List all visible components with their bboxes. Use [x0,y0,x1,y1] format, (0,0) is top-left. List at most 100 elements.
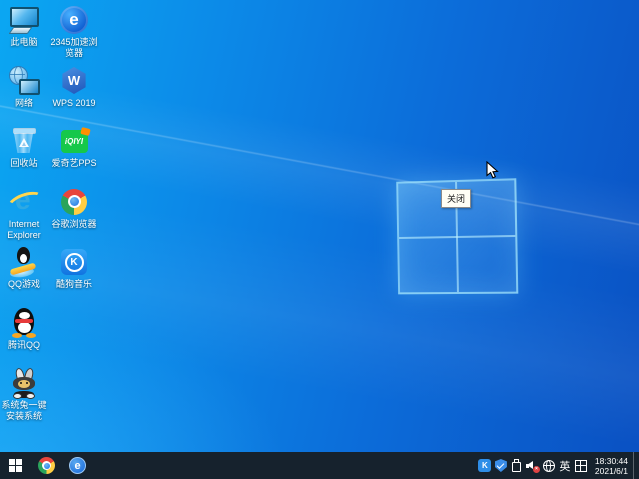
taskbar-clock[interactable]: 18:30:44 2021/6/1 [589,456,633,476]
iqiyi-green-icon: iQIYI [58,126,90,156]
penguin-shape [17,247,30,264]
tooltip: 关闭 [441,189,471,208]
desktop-icon-grid: 此电脑 e 2345加速浏览器 网络 W WPS 2019 [0,5,98,429]
penguin-belly [18,322,31,333]
ime-language-indicator: 英 [559,458,570,474]
bin-shape [12,127,36,155]
w-glyph: W [68,73,80,88]
globe-parallel [9,74,25,75]
penguin-face [19,312,30,319]
blue-e-circle-icon: e [58,5,90,35]
desktop-icon-iqiyi[interactable]: iQIYI 爱奇艺PPS [50,126,98,187]
volume-muted-icon: × [526,459,540,473]
keyboard-shape [9,27,33,34]
desktop-icon-2345-browser[interactable]: e 2345加速浏览器 [50,5,98,66]
tray-security-button[interactable] [493,452,509,479]
iqiyi-badge: iQIYI [61,130,88,153]
qq-penguin-icon [8,308,40,338]
tray-kugou-button[interactable]: K [477,452,493,479]
windows-flag-icon [9,459,22,472]
network-globe-monitor-icon [8,66,40,96]
desktop-icon-internet-explorer[interactable]: e Internet Explorer [0,187,48,248]
show-desktop-button[interactable] [633,452,639,479]
penguin-shape [11,308,37,338]
rabbit-shape [9,368,39,399]
mute-badge: × [533,466,540,473]
penguin-foot [26,333,36,338]
ie-blue-e-icon: e [8,187,40,217]
icon-label: 腾讯QQ [8,340,40,351]
e-glyph: e [69,10,78,30]
taskbar-2345-browser-button[interactable]: e [62,452,93,479]
k-glyph: K [70,257,77,268]
desktop-icon-network[interactable]: 网络 [0,66,48,127]
system-tray: K × 英 [477,452,639,479]
system-rabbit-icon [8,368,40,398]
k-glyph: K [482,461,488,470]
chrome-circle-icon [58,187,90,217]
taskbar-chrome-button[interactable] [31,452,62,479]
ime-grid-icon [575,460,587,472]
e-glyph-circle: e [60,6,88,34]
qq-game-penguin-icon [8,247,40,277]
tray-volume-button[interactable]: × [525,452,541,479]
desktop-icon-this-pc[interactable]: 此电脑 [0,5,48,66]
security-shield-icon [495,459,507,472]
icon-label: 回收站 [10,158,37,169]
rabbit-paw [13,393,22,399]
clock-time: 18:30:44 [595,456,628,466]
penguin-scarf [15,319,33,323]
icon-label: Internet Explorer [0,219,48,241]
icon-label: QQ游戏 [8,279,40,290]
usb-body [512,462,521,472]
icon-label: 系统兔一键安装系统 [0,400,48,422]
recycle-bin-icon [8,126,40,156]
rabbit-paw [26,393,35,399]
speaker-cone [527,461,533,469]
iqiyi-logo-text: iQIYI [65,137,83,146]
monitor-screen [10,7,39,27]
icon-label: 此电脑 [10,37,37,48]
tray-network-button[interactable] [541,452,557,479]
penguin-foot [12,333,22,338]
tray-ime-language-button[interactable]: 英 [557,452,573,479]
clock-date: 2021/6/1 [595,466,628,476]
2345-browser-e-icon: e [69,457,86,474]
iqiyi-orange-tab [80,127,90,136]
kugou-k-circle-icon: K [58,247,90,277]
kugou-tray-icon: K [478,459,491,472]
desktop-icon-wps[interactable]: W WPS 2019 [50,66,98,127]
monitor-shape [19,79,40,95]
start-button[interactable] [0,452,31,479]
icon-label: 谷歌浏览器 [51,219,96,230]
desktop-icon-qq-game[interactable]: QQ游戏 [0,247,48,308]
ie-yellow-ring [5,187,47,218]
mouse-cursor [486,161,500,180]
computer-monitor-icon [8,5,40,35]
icon-label: 酷狗音乐 [56,279,92,290]
icon-label: 网络 [15,98,33,109]
desktop-icon-recycle-bin[interactable]: 回收站 [0,126,48,187]
tray-ime-grid-button[interactable] [573,452,589,479]
network-globe-icon [543,460,555,472]
desktop-icon-tencent-qq[interactable]: 腾讯QQ [0,308,48,369]
kugou-square: K [61,249,87,275]
icon-label: 2345加速浏览器 [50,37,98,59]
icon-label: 爱奇艺PPS [51,158,96,169]
chrome-logo [61,189,87,215]
recycle-symbol [19,138,29,147]
desktop-icon-chrome[interactable]: 谷歌浏览器 [50,187,98,248]
icon-label: WPS 2019 [52,98,95,109]
wps-hexagon-icon: W [58,66,90,96]
penguin-surfboard [9,247,39,277]
k-circle: K [65,253,84,272]
ie-shape: e [9,188,39,216]
tray-usb-button[interactable] [509,452,525,479]
taskbar: e K × [0,452,639,479]
usb-device-icon [512,459,521,472]
windows-desktop: 此电脑 e 2345加速浏览器 网络 W WPS 2019 [0,0,639,479]
rabbit-face [18,380,30,388]
desktop-icon-kugou[interactable]: K 酷狗音乐 [50,247,98,308]
desktop-icon-system-rabbit[interactable]: 系统兔一键安装系统 [0,368,48,429]
hexagon-shape: W [61,67,88,94]
